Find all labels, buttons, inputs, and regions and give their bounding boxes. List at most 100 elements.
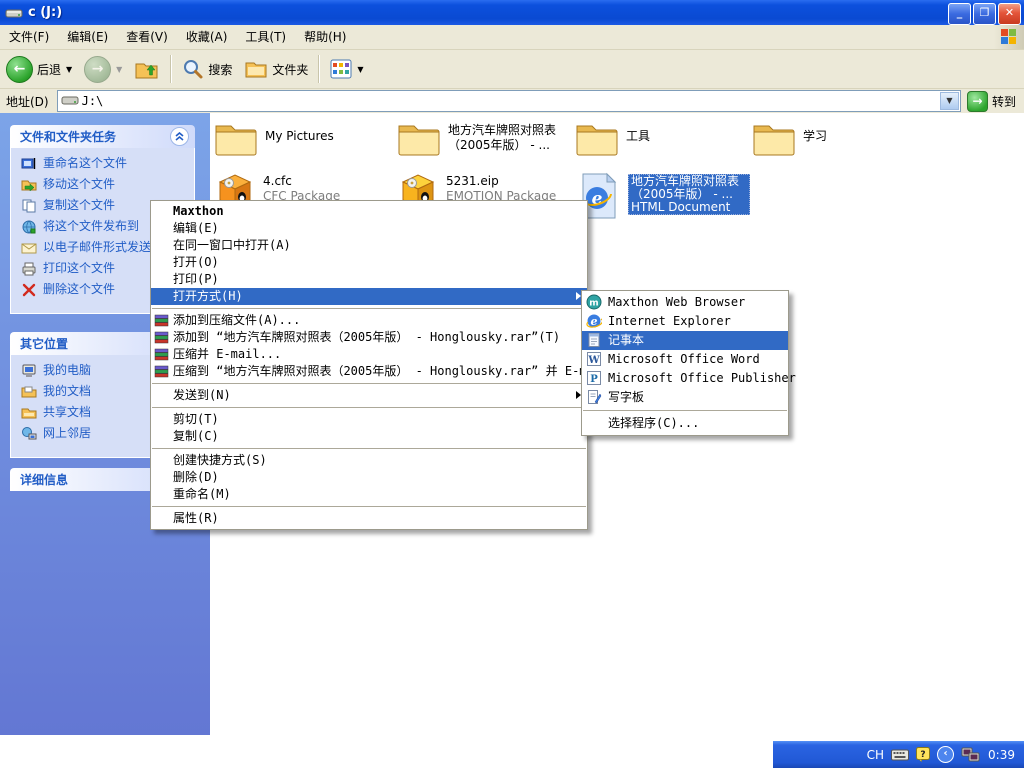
ctx-add-to-archive[interactable]: 添加到压缩文件(A)...: [151, 312, 587, 329]
ctx-label: 打印(P): [173, 272, 219, 286]
file-tasks-header[interactable]: 文件和文件夹任务: [10, 125, 195, 148]
chevron-up-icon[interactable]: [170, 127, 189, 146]
winrar-icon: [154, 313, 169, 328]
ctx-properties[interactable]: 属性(R): [151, 510, 587, 527]
toolbar-separator: [170, 55, 172, 83]
folders-label: 文件夹: [272, 61, 308, 78]
network-tray-icon[interactable]: [961, 747, 981, 763]
menu-view[interactable]: 查看(V): [117, 25, 177, 49]
ctx-compress-email[interactable]: 压缩并 E-mail...: [151, 346, 587, 363]
clock[interactable]: 0:39: [988, 748, 1015, 762]
openwith-choose-program[interactable]: 选择程序(C)...: [582, 414, 788, 433]
search-button[interactable]: 搜索: [176, 52, 238, 86]
winrar-icon: [154, 364, 169, 379]
views-dropdown-icon[interactable]: ▼: [357, 65, 363, 74]
openwith-publisher[interactable]: P Microsoft Office Publisher: [582, 369, 788, 388]
copy-icon: [21, 198, 37, 214]
ctx-rename[interactable]: 重命名(M): [151, 486, 587, 503]
openwith-wordpad[interactable]: 写字板: [582, 388, 788, 407]
svg-text:P: P: [590, 374, 598, 385]
task-label: 删除这个文件: [43, 282, 115, 297]
back-dropdown-icon[interactable]: ▼: [66, 65, 72, 74]
task-rename-file[interactable]: 重命名这个文件: [21, 156, 188, 172]
place-label: 我的文档: [43, 384, 91, 399]
submenu-label: 选择程序(C)...: [608, 416, 699, 430]
task-label: 移动这个文件: [43, 177, 115, 192]
ctx-create-shortcut[interactable]: 创建快捷方式(S): [151, 452, 587, 469]
openwith-word[interactable]: W Microsoft Office Word: [582, 350, 788, 369]
notepad-icon: [586, 332, 602, 348]
task-move-file[interactable]: 移动这个文件: [21, 177, 188, 193]
menu-separator: [152, 448, 586, 449]
ctx-edit[interactable]: 编辑(E): [151, 220, 587, 237]
up-button[interactable]: [128, 52, 166, 86]
wordpad-icon: [586, 389, 602, 405]
ctx-compress-named-email[interactable]: 压缩到 “地方汽车牌照对照表（2005年版） - Honglousky.rar”…: [151, 363, 587, 380]
svg-text:W: W: [587, 355, 600, 366]
ctx-add-to-named-archive[interactable]: 添加到 “地方汽车牌照对照表（2005年版） - Honglousky.rar”…: [151, 329, 587, 346]
ctx-label: 发送到(N): [173, 388, 231, 402]
ctx-label: Maxthon: [173, 204, 224, 218]
ctx-label: 属性(R): [173, 511, 219, 525]
file-tile-html-selected[interactable]: e 地方汽车牌照对照表 （2005年版） - ... HTML Document: [575, 172, 750, 220]
go-button[interactable]: → 转到: [961, 91, 1024, 112]
help-tray-icon[interactable]: ?: [916, 747, 930, 762]
search-icon: [182, 58, 204, 80]
menu-help[interactable]: 帮助(H): [295, 25, 355, 49]
svg-text:e: e: [592, 189, 603, 209]
task-label: 将这个文件发布到: [43, 219, 139, 234]
address-label: 地址(D): [0, 93, 57, 110]
address-input[interactable]: J:\ ▼: [57, 90, 961, 112]
language-indicator[interactable]: CH: [867, 748, 884, 762]
ctx-delete[interactable]: 删除(D): [151, 469, 587, 486]
ctx-cut[interactable]: 剪切(T): [151, 411, 587, 428]
submenu-label: 写字板: [608, 390, 644, 404]
folders-button[interactable]: 文件夹: [238, 52, 314, 86]
open-with-submenu: m Maxthon Web Browser e Internet Explore…: [581, 290, 789, 436]
word-icon: W: [586, 351, 602, 367]
restore-button[interactable]: ❐: [973, 3, 996, 25]
file-name: 4.cfc: [263, 174, 340, 189]
menu-file[interactable]: 文件(F): [0, 25, 58, 49]
folder-tile-tools[interactable]: 工具: [575, 120, 650, 158]
ctx-maxthon[interactable]: Maxthon: [151, 203, 587, 220]
my-computer-icon: [21, 363, 37, 379]
ctx-send-to[interactable]: 发送到(N): [151, 387, 587, 404]
address-value: J:\: [82, 94, 104, 108]
ctx-print[interactable]: 打印(P): [151, 271, 587, 288]
close-button[interactable]: ✕: [998, 3, 1021, 25]
openwith-notepad[interactable]: 记事本: [582, 331, 788, 350]
ctx-open[interactable]: 打开(O): [151, 254, 587, 271]
folder-tile-duizhaobiao[interactable]: 地方汽车牌照对照表（2005年版） - ...: [397, 120, 556, 158]
move-icon: [21, 177, 37, 193]
folder-name-line2: （2005年版） - ...: [448, 138, 556, 153]
openwith-maxthon[interactable]: m Maxthon Web Browser: [582, 293, 788, 312]
menu-edit[interactable]: 编辑(E): [58, 25, 117, 49]
file-type: HTML Document: [631, 201, 747, 214]
ctx-open-same-window[interactable]: 在同一窗口中打开(A): [151, 237, 587, 254]
taskbar: CH ? ‹ 0:39: [773, 741, 1024, 768]
folder-tile-my-pictures[interactable]: My Pictures: [214, 120, 334, 158]
folders-icon: [244, 58, 268, 80]
forward-button[interactable]: → ▼: [78, 52, 128, 86]
back-button[interactable]: ← 后退 ▼: [0, 52, 78, 86]
openwith-internet-explorer[interactable]: e Internet Explorer: [582, 312, 788, 331]
ctx-label: 压缩到 “地方汽车牌照对照表（2005年版） - Honglousky.rar”…: [173, 364, 608, 378]
tray-collapse-chevron-icon[interactable]: ‹: [937, 746, 954, 763]
drive-icon: [5, 6, 23, 20]
folder-name: 学习: [803, 129, 827, 144]
folder-name: 工具: [626, 129, 650, 144]
menu-favorites[interactable]: 收藏(A): [177, 25, 237, 49]
address-dropdown-icon[interactable]: ▼: [940, 92, 959, 110]
drive-icon: [61, 95, 79, 107]
selected-file-name: 地方汽车牌照对照表 （2005年版） - ... HTML Document: [628, 174, 750, 215]
views-button[interactable]: ▼: [324, 52, 369, 86]
minimize-button[interactable]: _: [948, 3, 971, 25]
keyboard-icon[interactable]: [891, 749, 909, 761]
folder-tile-study[interactable]: 学习: [752, 120, 827, 158]
ctx-copy[interactable]: 复制(C): [151, 428, 587, 445]
ctx-label: 添加到 “地方汽车牌照对照表（2005年版） - Honglousky.rar”…: [173, 330, 560, 344]
menu-separator: [152, 407, 586, 408]
ctx-open-with[interactable]: 打开方式(H): [151, 288, 587, 305]
menu-tools[interactable]: 工具(T): [236, 25, 295, 49]
